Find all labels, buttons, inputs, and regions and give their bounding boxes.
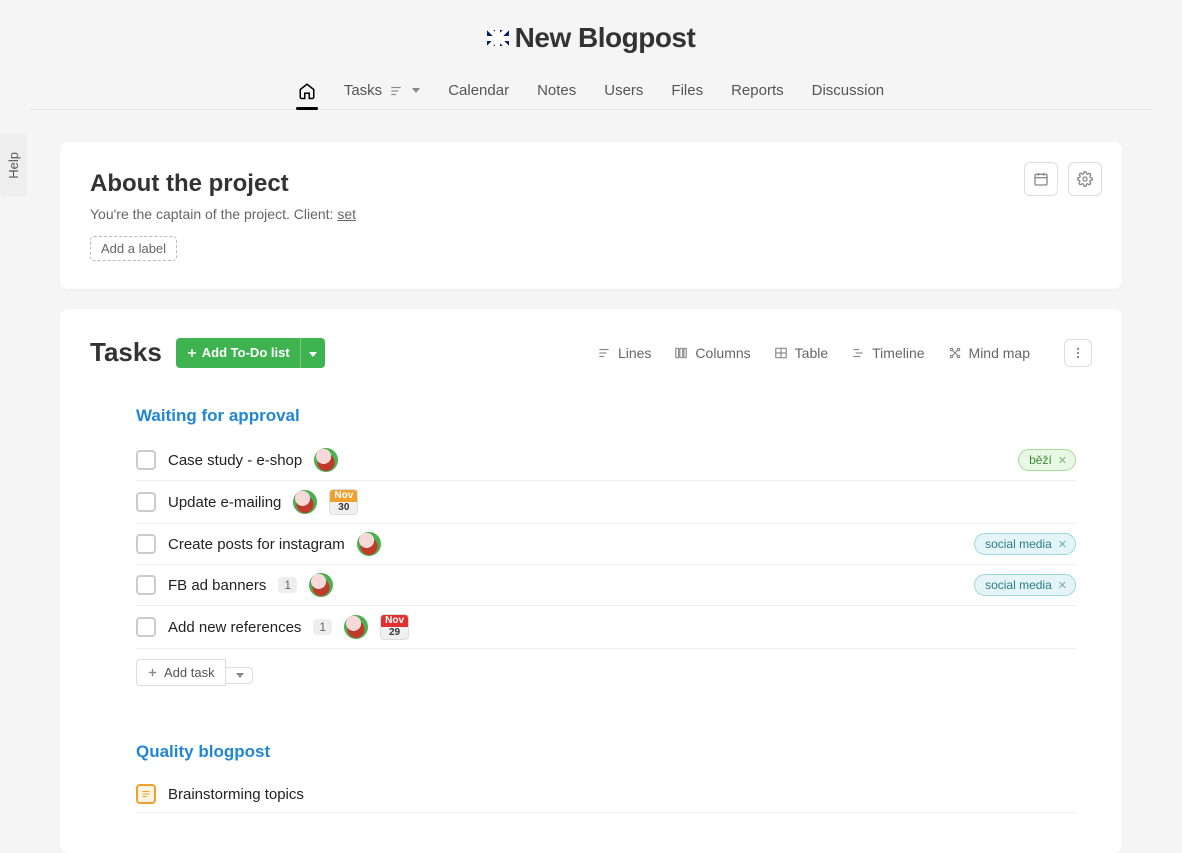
tab-files[interactable]: Files [671, 72, 703, 109]
uk-flag-icon [487, 30, 509, 46]
view-table-label: Table [795, 345, 828, 361]
table-icon [773, 346, 789, 360]
task-row[interactable]: Case study - e-shop běží ✕ [136, 440, 1076, 481]
calendar-button[interactable] [1024, 162, 1058, 196]
main-tabs: Tasks Calendar Notes Users Files Reports… [30, 72, 1152, 110]
tab-reports[interactable]: Reports [731, 72, 784, 109]
tasks-more-button[interactable] [1064, 339, 1092, 367]
about-desc: You're the captain of the project. Clien… [90, 206, 1092, 222]
due-day: 29 [381, 627, 408, 639]
due-day: 30 [330, 502, 357, 514]
task-label-text: social media [985, 537, 1052, 551]
task-label[interactable]: social media ✕ [974, 533, 1076, 555]
page-title-text: New Blogpost [515, 22, 696, 54]
remove-label-icon[interactable]: ✕ [1058, 454, 1067, 467]
columns-icon [673, 346, 689, 360]
settings-button[interactable] [1068, 162, 1102, 196]
due-month: Nov [330, 490, 357, 502]
due-date[interactable]: Nov 30 [329, 489, 358, 515]
subtask-count: 1 [278, 577, 297, 593]
tab-discussion[interactable]: Discussion [812, 72, 885, 109]
task-name: Update e-mailing [168, 494, 281, 511]
tab-tasks-label: Tasks [344, 82, 382, 99]
task-label-text: běží [1029, 453, 1052, 467]
due-date[interactable]: Nov 29 [380, 614, 409, 640]
about-heading: About the project [90, 170, 1092, 198]
task-checkbox[interactable] [136, 492, 156, 512]
task-row[interactable]: Create posts for instagram social media … [136, 524, 1076, 565]
tab-users[interactable]: Users [604, 72, 643, 109]
remove-label-icon[interactable]: ✕ [1058, 579, 1067, 592]
tab-home[interactable] [298, 72, 316, 109]
subtask-count: 1 [313, 619, 332, 635]
task-name: Brainstorming topics [168, 786, 304, 803]
task-row[interactable]: Add new references 1 Nov 29 [136, 606, 1076, 649]
list-title-quality[interactable]: Quality blogpost [136, 742, 1076, 762]
view-table[interactable]: Table [773, 345, 828, 361]
tab-tasks[interactable]: Tasks [344, 72, 420, 109]
avatar[interactable] [357, 532, 381, 556]
about-desc-text: You're the captain of the project. Clien… [90, 206, 337, 222]
note-icon[interactable] [136, 784, 156, 804]
task-checkbox[interactable] [136, 450, 156, 470]
timeline-icon [850, 346, 866, 360]
task-checkbox[interactable] [136, 534, 156, 554]
gear-icon [1077, 171, 1093, 187]
chevron-down-icon [412, 88, 420, 93]
view-lines[interactable]: Lines [596, 345, 651, 361]
task-checkbox[interactable] [136, 575, 156, 595]
add-todo-list-button[interactable]: Add To-Do list [176, 338, 300, 368]
task-row[interactable]: Brainstorming topics [136, 776, 1076, 813]
task-name: FB ad banners [168, 577, 266, 594]
task-name: Create posts for instagram [168, 536, 345, 553]
more-vertical-icon [1071, 346, 1085, 360]
calendar-icon [1033, 171, 1049, 187]
task-label[interactable]: běží ✕ [1018, 449, 1076, 471]
plus-icon [186, 347, 198, 359]
avatar[interactable] [344, 615, 368, 639]
plus-icon [147, 667, 158, 678]
tasks-heading: Tasks [90, 337, 162, 368]
tab-calendar[interactable]: Calendar [448, 72, 509, 109]
mindmap-icon [947, 346, 963, 360]
chevron-down-icon [236, 673, 244, 678]
view-timeline-label: Timeline [872, 345, 924, 361]
view-mindmap-label: Mind map [969, 345, 1030, 361]
task-row[interactable]: FB ad banners 1 social media ✕ [136, 565, 1076, 606]
task-label[interactable]: social media ✕ [974, 574, 1076, 596]
add-label-button[interactable]: Add a label [90, 236, 177, 261]
view-timeline[interactable]: Timeline [850, 345, 924, 361]
avatar[interactable] [309, 573, 333, 597]
client-set-link[interactable]: set [337, 206, 356, 222]
tasks-card: Tasks Add To-Do list Lines Columns Table [60, 309, 1122, 853]
about-card: About the project You're the captain of … [60, 142, 1122, 289]
home-icon [298, 82, 316, 100]
task-label-text: social media [985, 578, 1052, 592]
add-todo-list-label: Add To-Do list [202, 345, 290, 360]
page-title: New Blogpost [487, 22, 696, 54]
view-lines-label: Lines [618, 345, 651, 361]
task-checkbox[interactable] [136, 617, 156, 637]
add-task-label: Add task [164, 665, 215, 680]
avatar[interactable] [314, 448, 338, 472]
task-name: Add new references [168, 619, 301, 636]
chevron-down-icon [309, 352, 317, 357]
lines-icon [596, 346, 612, 360]
view-columns[interactable]: Columns [673, 345, 750, 361]
add-task-dropdown[interactable] [226, 667, 253, 684]
view-mindmap[interactable]: Mind map [947, 345, 1030, 361]
task-row[interactable]: Update e-mailing Nov 30 [136, 481, 1076, 524]
remove-label-icon[interactable]: ✕ [1058, 538, 1067, 551]
list-title-waiting[interactable]: Waiting for approval [136, 406, 1076, 426]
list-icon [388, 84, 404, 98]
add-task-button[interactable]: Add task [136, 659, 226, 686]
add-todo-list-dropdown[interactable] [300, 338, 325, 368]
lines-icon [140, 788, 152, 800]
avatar[interactable] [293, 490, 317, 514]
view-columns-label: Columns [695, 345, 750, 361]
tab-notes[interactable]: Notes [537, 72, 576, 109]
due-month: Nov [381, 615, 408, 627]
help-tab[interactable]: Help [0, 134, 27, 197]
task-name: Case study - e-shop [168, 452, 302, 469]
